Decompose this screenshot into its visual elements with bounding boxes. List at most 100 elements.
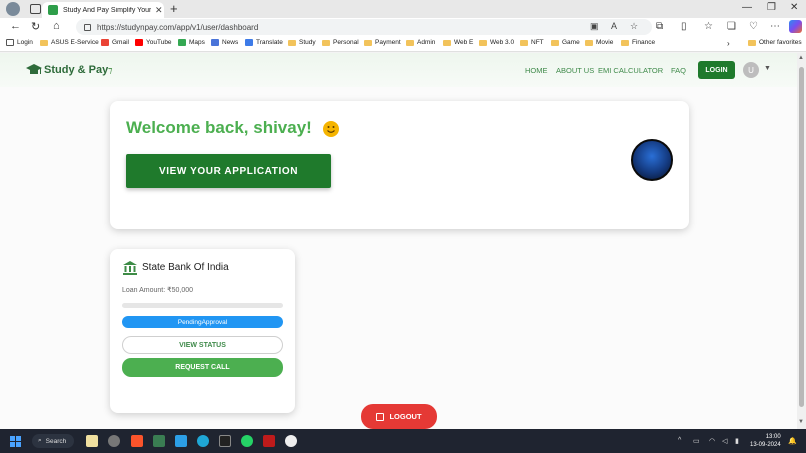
settings-gear-icon[interactable]: [108, 435, 120, 447]
clock-date: 13-09-2024: [750, 442, 781, 448]
favorites-overflow-icon[interactable]: ›: [727, 39, 730, 48]
fav-label: Personal: [333, 39, 359, 46]
bank-icon: [123, 261, 137, 275]
whatsapp-icon[interactable]: [241, 435, 253, 447]
fav-game[interactable]: Game: [551, 39, 580, 46]
windows-taskbar: ⌕ Search ^ ▭ ◠ ◁ ▮ 13:00 13-09-2024 🔔: [0, 429, 806, 453]
close-tab-icon[interactable]: ✕: [155, 5, 163, 16]
fav-gmail[interactable]: Gmail: [101, 39, 129, 46]
application-progress-bar: [122, 303, 283, 308]
windows-start-icon[interactable]: [10, 436, 21, 447]
search-icon: ⌕: [38, 437, 42, 444]
chevron-down-icon[interactable]: ▼: [764, 65, 771, 72]
app-icon[interactable]: [153, 435, 165, 447]
taskbar-clock[interactable]: 13:00 13-09-2024: [750, 433, 781, 449]
filezilla-icon[interactable]: [263, 435, 275, 447]
new-tab-icon[interactable]: +: [170, 1, 178, 16]
edge-browser-icon[interactable]: [197, 435, 209, 447]
refresh-icon[interactable]: ↻: [31, 20, 40, 33]
fav-movie[interactable]: Movie: [585, 39, 613, 46]
page-scrollbar[interactable]: ▲ ▼: [797, 53, 806, 429]
notification-bell-icon[interactable]: 🔔: [788, 437, 797, 445]
taskbar-search[interactable]: ⌕ Search: [32, 434, 74, 448]
site-logo[interactable]: Study & Pay: [44, 64, 108, 76]
application-card: State Bank Of India Loan Amount: ₹50,000…: [110, 249, 295, 413]
keyboard-icon[interactable]: ▭: [693, 437, 700, 445]
scrollbar-thumb[interactable]: [799, 67, 804, 407]
favorite-star-icon[interactable]: ☆: [630, 21, 638, 32]
fav-admin[interactable]: Admin: [406, 39, 435, 46]
split-screen-icon[interactable]: ▯: [681, 21, 687, 32]
view-status-button[interactable]: VIEW STATUS: [122, 336, 283, 354]
fav-label: Study: [299, 39, 316, 46]
browser-essentials-icon[interactable]: ♡: [749, 21, 758, 32]
site-favicon-icon: [48, 5, 58, 15]
nav-emi-calculator[interactable]: EMI CALCULATOR: [598, 66, 663, 75]
back-icon[interactable]: ←: [10, 20, 21, 32]
battery-icon[interactable]: ▮: [735, 437, 739, 445]
request-call-button[interactable]: REQUEST CALL: [122, 358, 283, 377]
volume-icon[interactable]: ◁: [722, 437, 727, 445]
maps-icon: [178, 39, 186, 46]
welcome-heading: Welcome back, shivay!: [126, 118, 339, 138]
scroll-up-icon[interactable]: ▲: [798, 55, 804, 61]
vscode-icon[interactable]: [175, 435, 187, 447]
fav-label: Finance: [632, 39, 656, 46]
fav-youtube[interactable]: YouTube: [135, 39, 172, 46]
fav-label: Gmail: [112, 39, 129, 46]
avatar[interactable]: U: [743, 62, 759, 78]
wifi-icon[interactable]: ◠: [709, 437, 715, 445]
terminal-icon[interactable]: [219, 435, 231, 447]
folder-icon: [520, 39, 528, 46]
folder-icon: [748, 39, 756, 46]
login-button[interactable]: LOGIN: [698, 61, 735, 79]
app-available-icon[interactable]: ▣: [590, 21, 599, 32]
graduation-cap-icon: [26, 64, 42, 74]
fav-web-e[interactable]: Web E: [443, 39, 473, 46]
scroll-down-icon[interactable]: ▼: [798, 419, 804, 425]
home-icon[interactable]: ⌂: [53, 20, 60, 32]
collections-icon[interactable]: ❏: [727, 21, 736, 32]
nav-about-us[interactable]: ABOUT US: [556, 66, 594, 75]
copilot-icon[interactable]: [789, 20, 802, 33]
url-field[interactable]: https://studynpay.com/app/v1/user/dashbo…: [76, 19, 652, 35]
fav-translate[interactable]: Translate: [245, 39, 283, 46]
status-badge: PendingApproval: [122, 316, 283, 328]
minimize-icon[interactable]: —: [742, 2, 752, 13]
fav-label: Web 3.0: [490, 39, 515, 46]
maximize-icon[interactable]: ❐: [767, 2, 776, 13]
fav-login[interactable]: Login: [6, 39, 33, 46]
search-label: Search: [45, 437, 67, 445]
fav-personal[interactable]: Personal: [322, 39, 359, 46]
nav-faq[interactable]: FAQ: [671, 66, 686, 75]
fav-other-favorites[interactable]: Other favorites: [748, 39, 802, 46]
app-icon-circle[interactable]: [285, 435, 297, 447]
fav-news[interactable]: News: [211, 39, 238, 46]
tab-actions-icon[interactable]: [30, 4, 41, 14]
smiley-emoji-icon: [322, 120, 339, 137]
folder-icon: [551, 39, 559, 46]
browser-tab-active[interactable]: Study And Pay Simplify Your Edu ✕: [42, 2, 164, 18]
fav-finance[interactable]: Finance: [621, 39, 655, 46]
logout-button[interactable]: LOGOUT: [361, 404, 437, 429]
fav-payment[interactable]: Payment: [364, 39, 401, 46]
page-content: Study & Pay ⁊ HOME ABOUT US EMI CALCULAT…: [0, 53, 797, 429]
gmail-icon: [101, 39, 109, 46]
read-aloud-icon[interactable]: A: [611, 21, 617, 31]
fav-nft[interactable]: NFT: [520, 39, 544, 46]
fav-maps[interactable]: Maps: [178, 39, 205, 46]
brave-browser-icon[interactable]: [131, 435, 143, 447]
fav-asus[interactable]: ASUS E-Service: [40, 39, 99, 46]
close-window-icon[interactable]: ✕: [790, 2, 798, 13]
more-menu-icon[interactable]: ⋯: [770, 21, 780, 32]
fav-web3[interactable]: Web 3.0: [479, 39, 514, 46]
nav-home[interactable]: HOME: [525, 66, 548, 75]
view-application-button[interactable]: VIEW YOUR APPLICATION: [126, 154, 331, 188]
extensions-icon[interactable]: ⧉: [656, 21, 663, 32]
fav-label: Login: [17, 39, 33, 46]
chevron-up-icon[interactable]: ^: [678, 437, 681, 444]
widgets-icon[interactable]: [86, 435, 98, 447]
favorites-icon[interactable]: ☆: [704, 21, 713, 32]
profile-icon[interactable]: [6, 2, 20, 16]
fav-study[interactable]: Study: [288, 39, 316, 46]
